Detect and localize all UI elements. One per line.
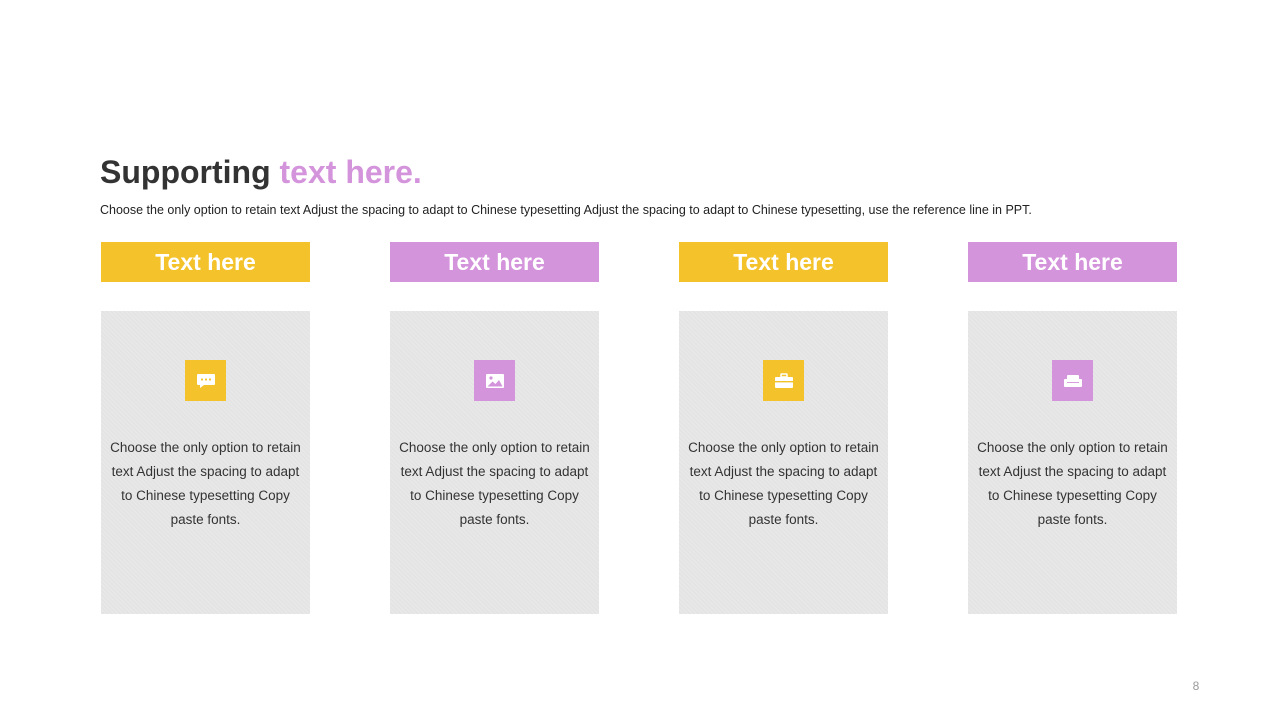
column-header: Text here [679,242,888,282]
chat-bubble-icon [185,360,226,401]
feature-column-4: Text here Choose the only option to reta… [968,242,1177,614]
title-accent: text here. [279,154,422,190]
feature-description: Choose the only option to retain text Ad… [110,440,301,527]
feature-column-2: Text here Choose the only option to reta… [390,242,599,614]
feature-description: Choose the only option to retain text Ad… [688,440,879,527]
column-header: Text here [968,242,1177,282]
image-icon [474,360,515,401]
slide-subtitle: Choose the only option to retain text Ad… [100,203,1032,217]
feature-card: Choose the only option to retain text Ad… [679,311,888,614]
feature-column-3: Text here Choose the only option to reta… [679,242,888,614]
feature-column-1: Text here Choose the only option to reta… [101,242,310,614]
feature-card: Choose the only option to retain text Ad… [968,311,1177,614]
feature-card: Choose the only option to retain text Ad… [390,311,599,614]
title-primary: Supporting [100,154,271,190]
page-number: 8 [1192,679,1200,693]
column-header: Text here [390,242,599,282]
feature-description: Choose the only option to retain text Ad… [977,440,1168,527]
briefcase-icon [763,360,804,401]
sofa-icon [1052,360,1093,401]
column-header: Text here [101,242,310,282]
slide-title: Supporting text here. [100,152,422,192]
feature-description: Choose the only option to retain text Ad… [399,440,590,527]
feature-card: Choose the only option to retain text Ad… [101,311,310,614]
